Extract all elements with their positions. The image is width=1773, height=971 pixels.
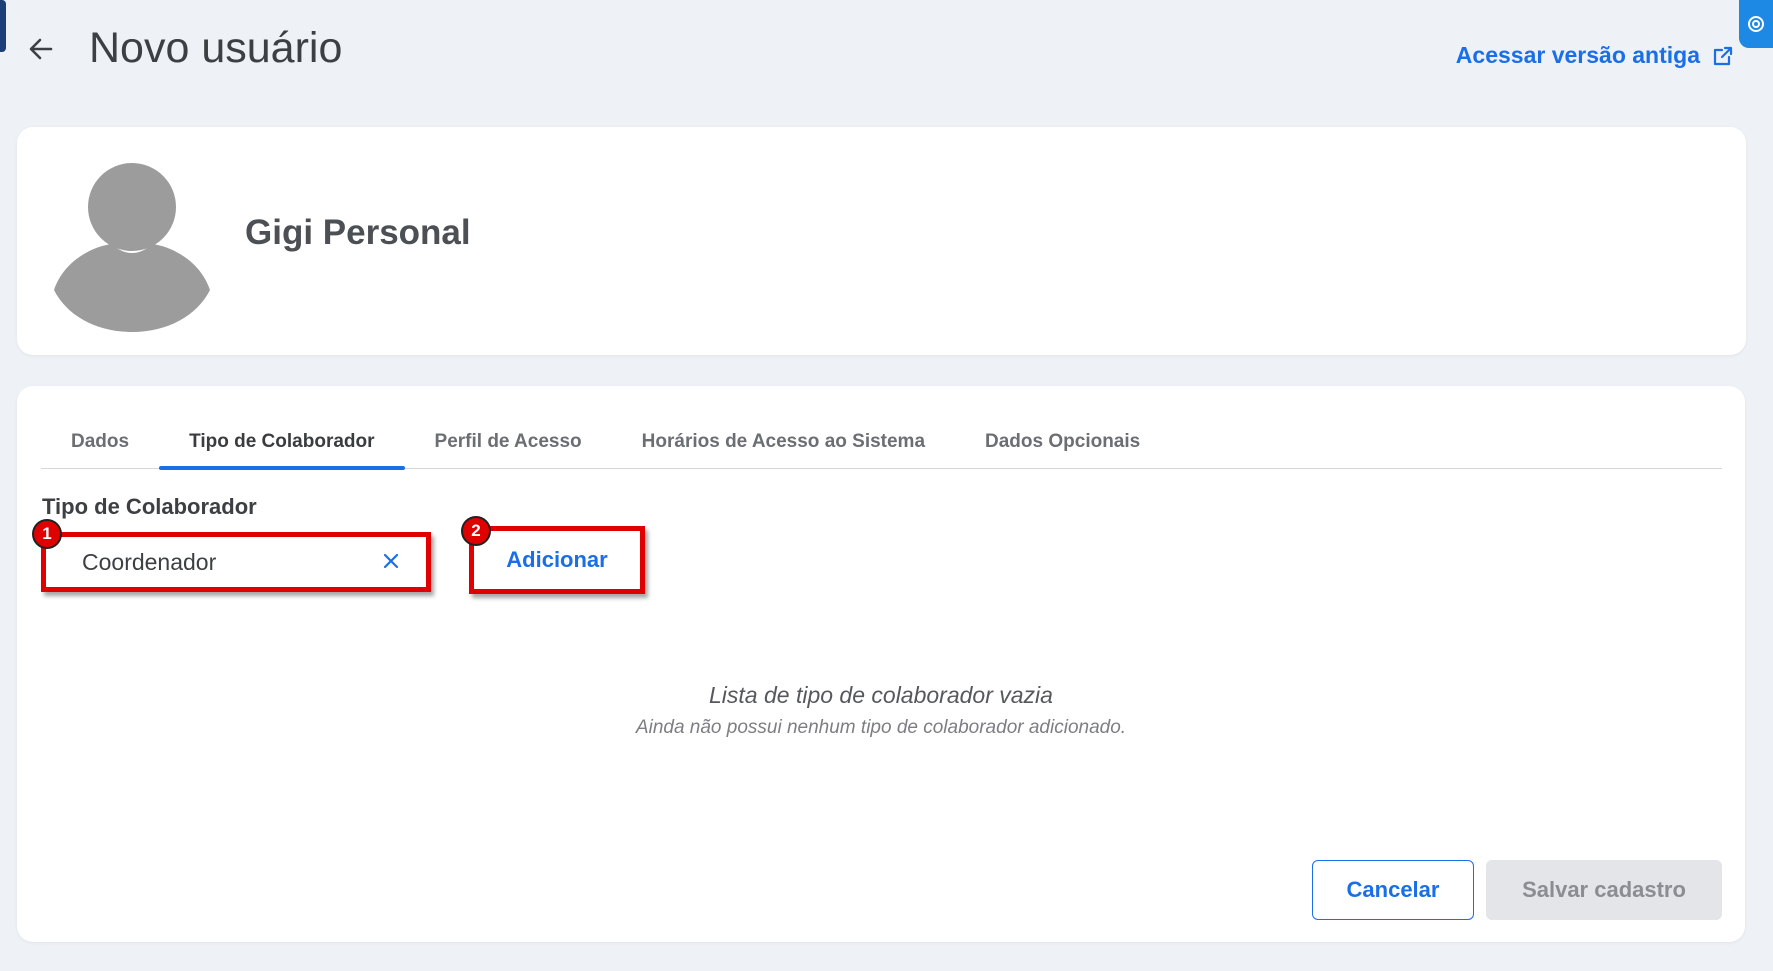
empty-state-title: Lista de tipo de colaborador vazia	[709, 682, 1053, 708]
tab-bar: Dados Tipo de Colaborador Perfil de Aces…	[41, 416, 1722, 470]
clear-icon[interactable]	[380, 550, 402, 572]
old-version-link[interactable]: Acessar versão antiga	[1456, 42, 1734, 69]
tab-tipo-de-colaborador[interactable]: Tipo de Colaborador	[159, 416, 405, 470]
main-card: Dados Tipo de Colaborador Perfil de Aces…	[17, 386, 1745, 942]
profile-card: Gigi Personal	[17, 127, 1746, 355]
tab-dados[interactable]: Dados	[41, 416, 159, 468]
empty-state-subtitle: Ainda não possui nenhum tipo de colabora…	[635, 717, 1127, 738]
collaborator-type-select[interactable]: Coordenador	[41, 532, 431, 592]
collaborator-type-label: Tipo de Colaborador	[42, 494, 257, 519]
page-title: Novo usuário	[89, 24, 343, 72]
annotation-badge-2: 2	[461, 516, 491, 546]
page-header: Novo usuário Acessar versão antiga	[0, 0, 1773, 100]
arrow-left-icon	[29, 38, 53, 60]
tab-horarios-de-acesso[interactable]: Horários de Acesso ao Sistema	[612, 416, 955, 468]
old-version-label: Acessar versão antiga	[1455, 42, 1700, 68]
annotation-badge-1: 1	[32, 519, 62, 549]
save-button[interactable]: Salvar cadastro	[1486, 860, 1722, 920]
add-button[interactable]: Adicionar	[469, 526, 645, 594]
avatar	[54, 163, 210, 332]
collaborator-type-value: Coordenador	[82, 549, 217, 575]
tab-perfil-de-acesso[interactable]: Perfil de Acesso	[405, 416, 612, 468]
external-link-icon	[1713, 46, 1733, 65]
cancel-button[interactable]: Cancelar	[1312, 860, 1474, 920]
back-button[interactable]	[26, 34, 56, 64]
user-name: Gigi Personal	[245, 213, 471, 252]
tab-dados-opcionais[interactable]: Dados Opcionais	[955, 416, 1170, 468]
